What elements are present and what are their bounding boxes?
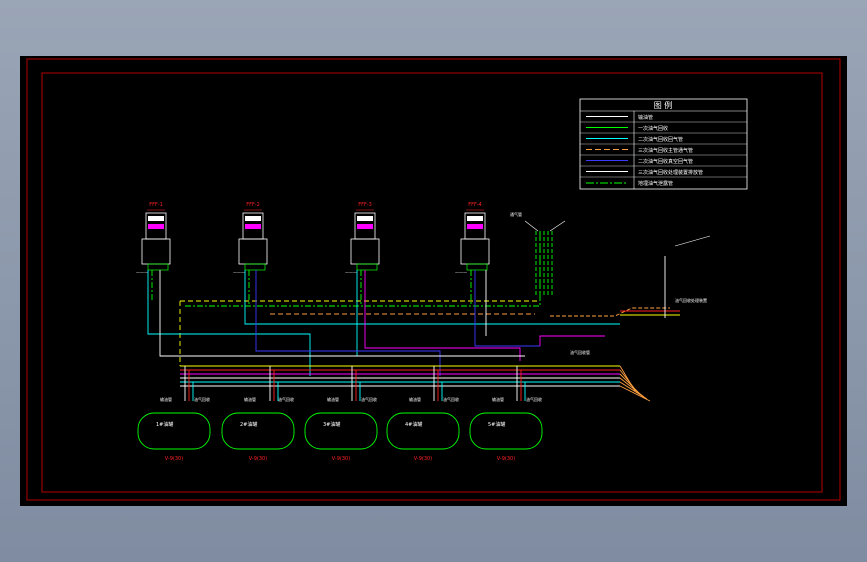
legend-label-1: 一次油气回收 [638,125,668,132]
tank-5: 5#油罐 V-9(30) 输油管 油气回收 [469,396,543,462]
dispenser-4: FFF-4 ——— [455,202,490,275]
tank-code: V-9(30) [249,456,267,462]
tank-code: V-9(30) [414,456,432,462]
svg-text:———: ——— [136,270,148,275]
pipe-network [147,220,711,402]
cad-drawing: 图 例 输油管 一次油气回收 二次油气回收回气管 三次油气回收主管通气管 二次油… [26,58,841,501]
processor-label: 油气回收处理装置 [675,297,707,303]
dispenser-1: FFF-1 ——— [136,202,171,275]
dispenser-label: FFF-2 [246,202,260,208]
tank-inner-label: 3#油罐 [323,421,340,428]
tank-inner-label: 1#油罐 [156,421,173,428]
dispenser-label: FFF-4 [468,202,482,208]
tank-note-right: 油气回收 [361,396,377,402]
legend-label-2: 二次油气回收回气管 [638,136,683,143]
dispenser-label: FFF-3 [358,202,372,208]
tank-note-left: 输油管 [409,396,421,402]
tank-inner-label: 5#油罐 [488,421,505,428]
tank-note-left: 输油管 [244,396,256,402]
legend-title: 图 例 [654,100,673,110]
vent-label: 通气管 [510,211,522,217]
tank-2: 2#油罐 V-9(30) 输油管 油气回收 [221,396,295,462]
tank-code: V-9(30) [497,456,515,462]
dispenser-2: FFF-2 ——— [233,202,268,275]
legend-label-4: 二次油气回收真空回气管 [638,158,693,165]
tank-code: V-9(30) [332,456,350,462]
tank-4: 4#油罐 V-9(30) 输油管 油气回收 [386,396,460,462]
outer-frame [26,58,841,501]
legend-label-5: 三次油气回收处理装置排放管 [638,169,703,176]
legend-table: 图 例 输油管 一次油气回收 二次油气回收回气管 三次油气回收主管通气管 二次油… [579,98,748,190]
drawing-sheet: 图 例 输油管 一次油气回收 二次油气回收回气管 三次油气回收主管通气管 二次油… [20,56,847,506]
tank-note-right: 油气回收 [443,396,459,402]
dispenser-label: FFF-1 [149,202,163,208]
tank-3: 3#油罐 V-9(30) 输油管 油气回收 [304,396,378,462]
svg-text:———: ——— [455,270,467,275]
inner-frame [41,72,823,493]
tank-note-left: 输油管 [492,396,504,402]
tank-note-right: 油气回收 [278,396,294,402]
tank-code: V-9(30) [165,456,183,462]
tank-note-right: 油气回收 [194,396,210,402]
legend-label-3: 三次油气回收主管通气管 [638,147,693,154]
legend-label-6: 地埋油气泄露管 [638,180,673,187]
tank-inner-label: 2#油罐 [240,421,257,428]
tank-note-right: 油气回收 [526,396,542,402]
svg-text:———: ——— [345,270,357,275]
svg-text:———: ——— [233,270,245,275]
tank-note-left: 输油管 [160,396,172,402]
pipe-label: 油气回收管 [570,349,590,355]
dispenser-3: FFF-3 ——— [345,202,380,275]
tank-1: 1#油罐 V-9(30) 输油管 油气回收 [137,396,211,462]
tank-note-left: 输油管 [327,396,339,402]
tank-inner-label: 4#油罐 [405,421,422,428]
legend-label-0: 输油管 [638,114,653,121]
